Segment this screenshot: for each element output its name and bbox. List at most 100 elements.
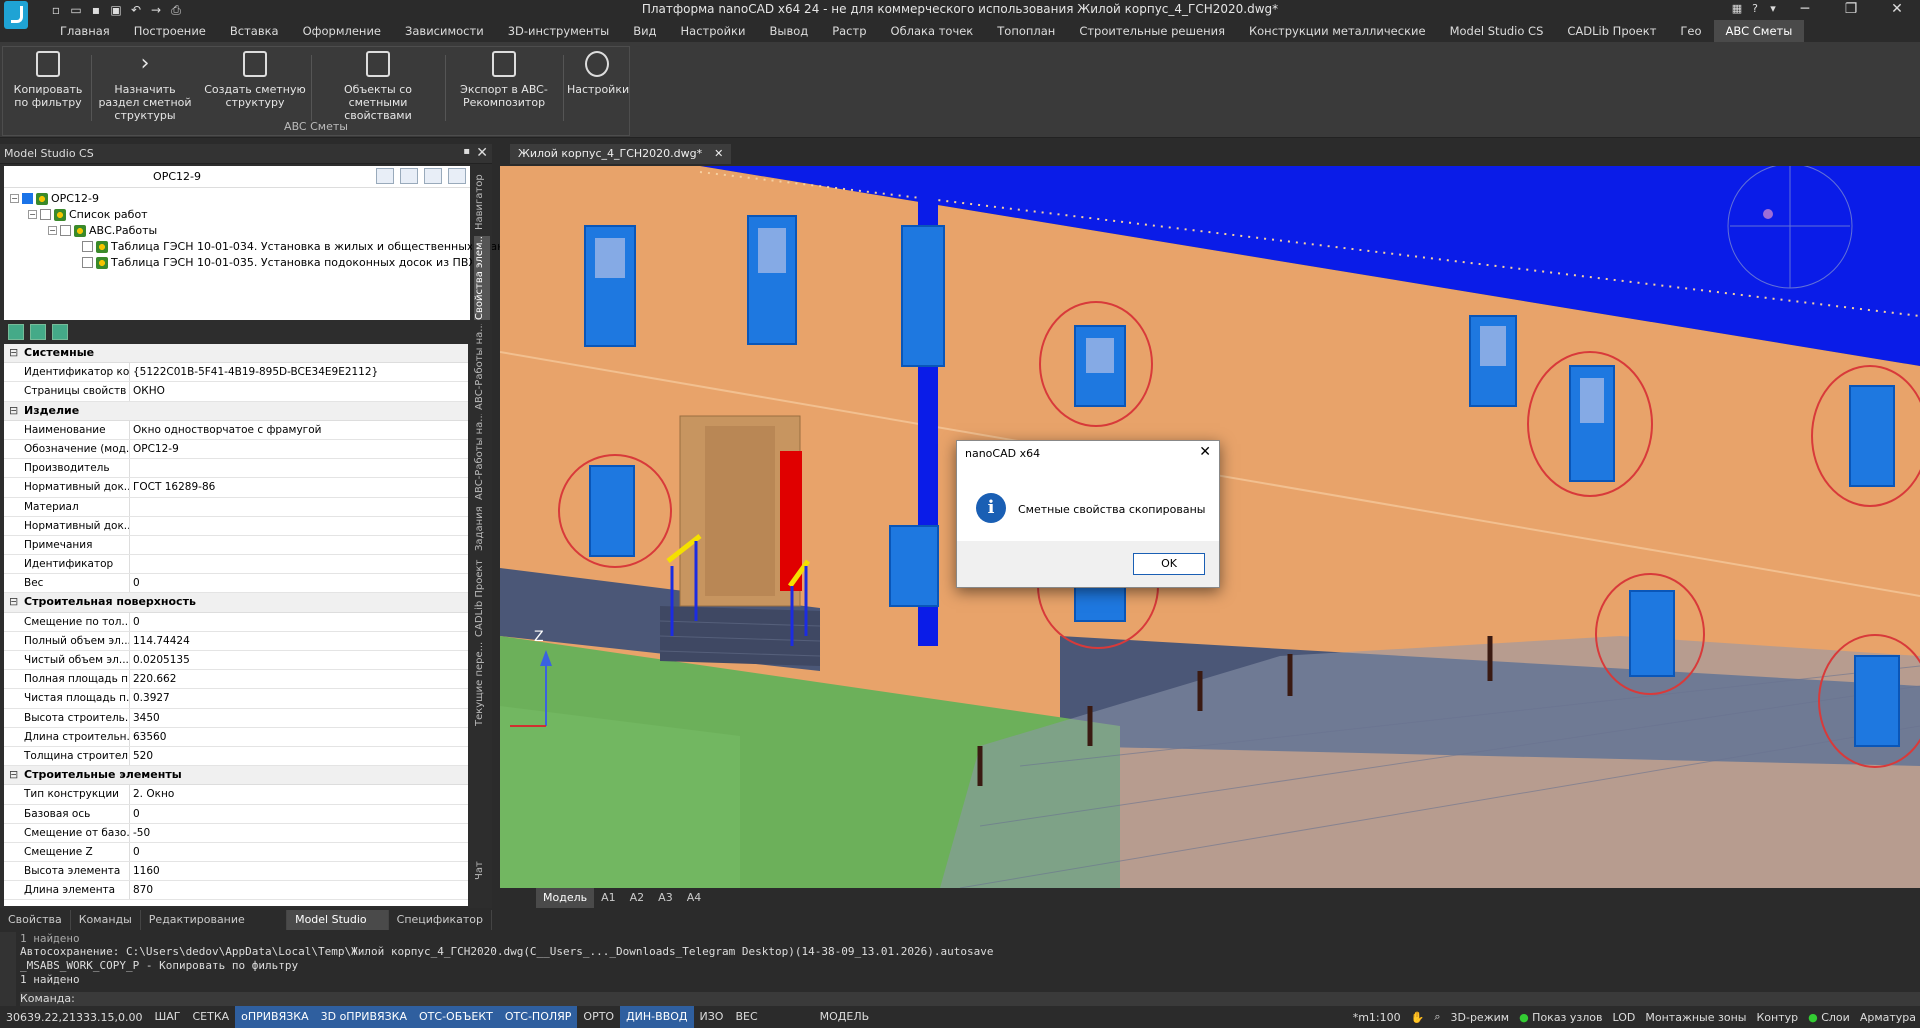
otrack-toggle[interactable]: ОТС-ОБЪЕКТ <box>413 1006 499 1028</box>
tab-metal-structures[interactable]: Конструкции металлические <box>1237 20 1438 42</box>
grid-toggle[interactable]: СЕТКА <box>186 1006 235 1028</box>
property-row[interactable]: Нормативный док... ГОСТ 16289-86 <box>4 478 468 498</box>
property-row[interactable]: Длина строительн... 63560 <box>4 727 468 747</box>
command-input[interactable]: Команда: <box>20 992 1920 1006</box>
osnap-toggle[interactable]: оПРИВЯЗКА <box>235 1006 315 1028</box>
ok-button[interactable]: OK <box>1133 553 1205 575</box>
help-icon[interactable]: ? <box>1746 0 1764 20</box>
vtab-current-changes[interactable]: Текущие пере... <box>474 642 490 726</box>
tab-geo[interactable]: Гео <box>1668 20 1713 42</box>
tab-model[interactable]: Модель <box>536 888 595 908</box>
property-row[interactable]: Примечания <box>4 535 468 556</box>
tab-model-studio[interactable]: Model Studio CS <box>1438 20 1556 42</box>
3d-osnap-toggle[interactable]: 3D оПРИВЯЗКА <box>314 1006 414 1028</box>
tree-node-gesn-10-01-035[interactable]: Таблица ГЭСН 10-01-035. Установка подоко… <box>82 256 476 269</box>
rebar-toggle[interactable]: Арматура <box>1860 1011 1916 1024</box>
property-row[interactable]: Материал <box>4 497 468 517</box>
tab-build[interactable]: Построение <box>122 20 218 42</box>
category-building-surface[interactable]: Строительная поверхность <box>4 593 468 613</box>
lod-toggle[interactable]: LOD <box>1613 1011 1636 1024</box>
pan-icon[interactable]: ✋ <box>1411 1011 1425 1024</box>
property-row[interactable]: Вес 0 <box>4 574 468 594</box>
tab-specifier[interactable]: Спецификатор <box>389 910 492 930</box>
vtab-tasks[interactable]: Задания <box>474 504 490 554</box>
polar-toggle[interactable]: ОТС-ПОЛЯР <box>498 1006 578 1028</box>
mounting-zones-toggle[interactable]: Монтажные зоны <box>1645 1011 1746 1024</box>
zoom-icon[interactable]: ⌕ <box>1434 1010 1440 1024</box>
property-row[interactable]: Полная площадь п... 220.662 <box>4 670 468 690</box>
layers-toggle[interactable]: ● Слои <box>1808 1011 1850 1024</box>
vtab-abc-works-1[interactable]: АВС-Работы на... <box>474 324 490 410</box>
property-row[interactable]: Длина элемента 870 <box>4 881 468 901</box>
vtab-abc-works-2[interactable]: АВС-Работы на... <box>474 414 490 500</box>
tree-node-root[interactable]: − ОРС12-9 <box>10 192 99 205</box>
tab-annotate[interactable]: Оформление <box>291 20 393 42</box>
tab-home[interactable]: Главная <box>48 20 122 42</box>
assign-section-button[interactable]: › Назначить раздел сметной структуры <box>95 51 195 122</box>
minimize-button[interactable]: ─ <box>1782 0 1828 20</box>
show-nodes-toggle[interactable]: ● Показ узлов <box>1519 1011 1602 1024</box>
tree-node-work-list[interactable]: − Список работ <box>28 208 148 221</box>
contour-toggle[interactable]: Контур <box>1756 1011 1798 1024</box>
tree-options-icon[interactable] <box>424 168 442 184</box>
tab-building-solutions[interactable]: Строительные решения <box>1067 20 1237 42</box>
help-dropdown-icon[interactable]: ▾ <box>1764 0 1782 20</box>
property-row[interactable]: Чистая площадь п... 0.3927 <box>4 689 468 709</box>
workspace-icon[interactable]: ▦ <box>1728 0 1746 20</box>
pin-icon[interactable]: ▪ <box>463 146 470 157</box>
category-product[interactable]: Изделие <box>4 401 468 421</box>
restore-button[interactable]: ❐ <box>1828 0 1874 20</box>
tab-a3[interactable]: A3 <box>651 888 680 908</box>
tab-cadlib[interactable]: CADLib Проект <box>1555 20 1668 42</box>
category-system[interactable]: Системные <box>4 344 468 364</box>
uncheck-all-icon[interactable] <box>30 324 46 340</box>
tab-connection-editing[interactable]: Редактирование соед... <box>141 910 288 946</box>
property-row[interactable]: Нормативный док... <box>4 516 468 536</box>
tree-checkbox[interactable] <box>40 209 51 220</box>
tab-properties[interactable]: Свойства <box>0 910 71 930</box>
tree-node-gesn-10-01-034[interactable]: Таблица ГЭСН 10-01-034. Установка в жилы… <box>82 240 522 253</box>
lineweight-toggle[interactable]: ВЕС <box>729 1006 763 1028</box>
ortho-toggle[interactable]: ОРТО <box>577 1006 620 1028</box>
filter-icon[interactable] <box>400 168 418 184</box>
tab-output[interactable]: Вывод <box>757 20 820 42</box>
category-building-elements[interactable]: Строительные элементы <box>4 766 468 786</box>
app-logo-icon[interactable] <box>4 1 28 29</box>
document-tab[interactable]: Жилой корпус_4_ГСН2020.dwg* ✕ <box>510 144 732 164</box>
tab-settings[interactable]: Настройки <box>669 20 758 42</box>
annotation-scale[interactable]: *m1:100 <box>1353 1011 1401 1024</box>
objects-with-estimate-props-button[interactable]: Объекты со сметными свойствами <box>315 51 441 122</box>
ribbon-settings-button[interactable]: Настройки <box>567 51 629 96</box>
property-row[interactable]: Тип конструкции 2. Окно <box>4 785 468 805</box>
property-row[interactable]: Смещение по тол... 0 <box>4 612 468 632</box>
property-row[interactable]: Идентификатор ко... {5122C01B-5F41-4B19-8… <box>4 363 468 383</box>
model-space-toggle[interactable]: МОДЕЛЬ <box>814 1006 876 1028</box>
create-structure-button[interactable]: Создать сметную структуру <box>203 51 307 109</box>
snap-toggle[interactable]: ШАГ <box>148 1006 186 1028</box>
tab-a2[interactable]: A2 <box>623 888 652 908</box>
dialog-close-icon[interactable]: ✕ <box>1199 444 1211 460</box>
panel-close-icon[interactable]: ✕ <box>476 145 488 161</box>
property-row[interactable]: Обозначение (мод... ОРС12-9 <box>4 439 468 460</box>
tab-point-clouds[interactable]: Облака точек <box>879 20 986 42</box>
tab-3d-tools[interactable]: 3D-инструменты <box>496 20 622 42</box>
dynamic-input-toggle[interactable]: ДИН-ВВОД <box>620 1006 694 1028</box>
property-row[interactable]: Наименование Окно одностворчатое с фрамуг… <box>4 420 468 440</box>
tab-insert[interactable]: Вставка <box>218 20 291 42</box>
refresh-tree-icon[interactable] <box>52 324 68 340</box>
tab-view[interactable]: Вид <box>621 20 668 42</box>
property-row[interactable]: Смещение Z0 <box>4 842 468 863</box>
tree-checkbox[interactable] <box>22 193 33 204</box>
tree-view-icon[interactable] <box>448 168 466 184</box>
tab-a4[interactable]: A4 <box>680 888 709 908</box>
tree-checkbox[interactable] <box>82 241 93 252</box>
export-recompositor-button[interactable]: Экспорт в ABC-Рекомпозитор <box>449 51 559 109</box>
property-row[interactable]: Высота строитель... 3450 <box>4 708 468 728</box>
property-row[interactable]: Идентификатор <box>4 555 468 575</box>
tree-checkbox[interactable] <box>60 225 71 236</box>
tab-raster[interactable]: Растр <box>820 20 878 42</box>
doc-close-icon[interactable]: ✕ <box>714 147 723 160</box>
property-row[interactable]: Страницы свойств ОКНО <box>4 382 468 402</box>
copy-by-filter-button[interactable]: Копировать по фильтру <box>9 51 87 109</box>
vtab-element-properties[interactable]: Свойства элем... <box>474 236 490 320</box>
